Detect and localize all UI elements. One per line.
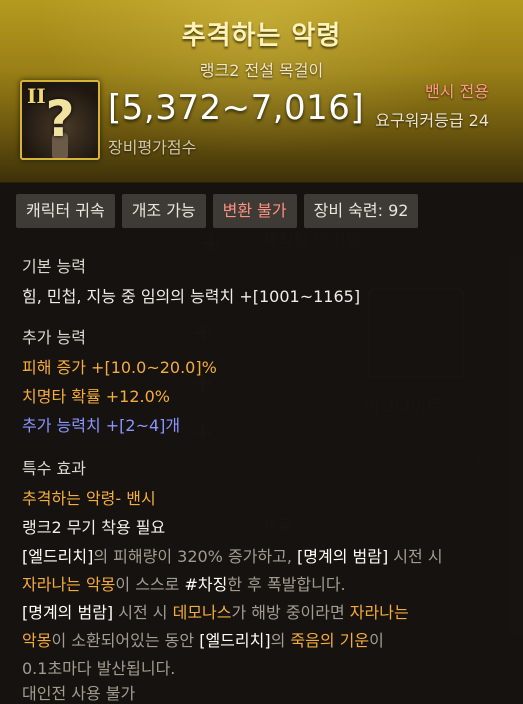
pvp-restriction: 대인전 사용 불가 [22, 684, 136, 703]
stat-damage-increase: 피해 증가 +[10.0~20.0]% [22, 358, 217, 377]
item-name: 추격하는 악령 [181, 21, 342, 51]
term-growing: 자라나는 [349, 603, 409, 622]
term-nightmare: 악몽 [22, 631, 52, 650]
stat-extra-options: 추가 능력치 +[2~4]개 [22, 416, 181, 435]
unknown-item-icon: ? [45, 90, 75, 148]
tag-character-bound: 캐릭터 귀속 [16, 194, 115, 228]
item-tooltip: 추격하는 악령 랭크2 전설 목걸이 II ? [5,372~7,016] 장비… [0, 0, 523, 703]
effect-class: - 밴시 [115, 489, 156, 508]
gear-score-value: [5,372~7,016] [108, 88, 365, 128]
term-charging: #차징 [184, 575, 228, 594]
skill-eldritch: [엘드리치] [22, 547, 94, 566]
effect-desc-line-5: 0.1초마다 발산됩니다. [22, 659, 176, 678]
special-effect-heading: 특수 효과 [22, 459, 86, 478]
special-effect-name: 추격하는 악령- 밴시 [22, 485, 156, 509]
stat-crit-chance: 치명타 확률 +12.0% [22, 387, 171, 406]
term-aura-of-death: 죽음의 기운 [290, 631, 370, 650]
effect-desc-line-1: [엘드리치]의 피해량이 320% 증가하고, [명계의 범람] 시전 시 [22, 547, 443, 566]
required-level-label: 요구워커등급 24 [375, 111, 489, 130]
tag-modifiable: 개조 가능 [121, 194, 206, 228]
item-icon: II ? [20, 80, 100, 160]
item-property-tags: 캐릭터 귀속 개조 가능 변환 불가 장비 숙련: 92 [16, 194, 419, 228]
effect-requirement: 랭크2 무기 착용 필요 [22, 518, 166, 537]
skill-netherworld-overflow: [명계의 범람] [22, 603, 114, 622]
additional-stats-heading: 추가 능력 [22, 328, 86, 347]
term-growing-nightmare: 자라나는 악몽 [22, 575, 116, 594]
tag-mastery: 장비 숙련: 92 [303, 194, 419, 228]
basic-stats-heading: 기본 능력 [22, 257, 86, 276]
basic-stat-line: 힘, 민첩, 지능 중 임의의 능력치 +[1001~1165] [22, 287, 361, 306]
term-demonas: 데모나스 [172, 603, 232, 622]
class-exclusive-label: 밴시 전용 [425, 82, 489, 101]
effect-name: 추격하는 악령 [22, 489, 116, 508]
tag-not-convertible: 변환 불가 [212, 194, 297, 228]
skill-eldritch: [엘드리치] [199, 631, 271, 650]
effect-desc-line-2: 자라나는 악몽이 스스로 #차징한 후 폭발합니다. [22, 575, 346, 594]
effect-desc-line-3: [명계의 범람] 시전 시 데모나스가 해방 중이라면 자라나는 [22, 603, 409, 622]
tooltip-header: 추격하는 악령 랭크2 전설 목걸이 II ? [5,372~7,016] 장비… [0, 0, 523, 183]
effect-desc-line-4: 악몽이 소환되어있는 동안 [엘드리치]의 죽음의 기운이 [22, 631, 384, 650]
gear-score-label: 장비평가점수 [108, 138, 197, 157]
skill-netherworld-overflow: [명계의 범람] [297, 547, 389, 566]
